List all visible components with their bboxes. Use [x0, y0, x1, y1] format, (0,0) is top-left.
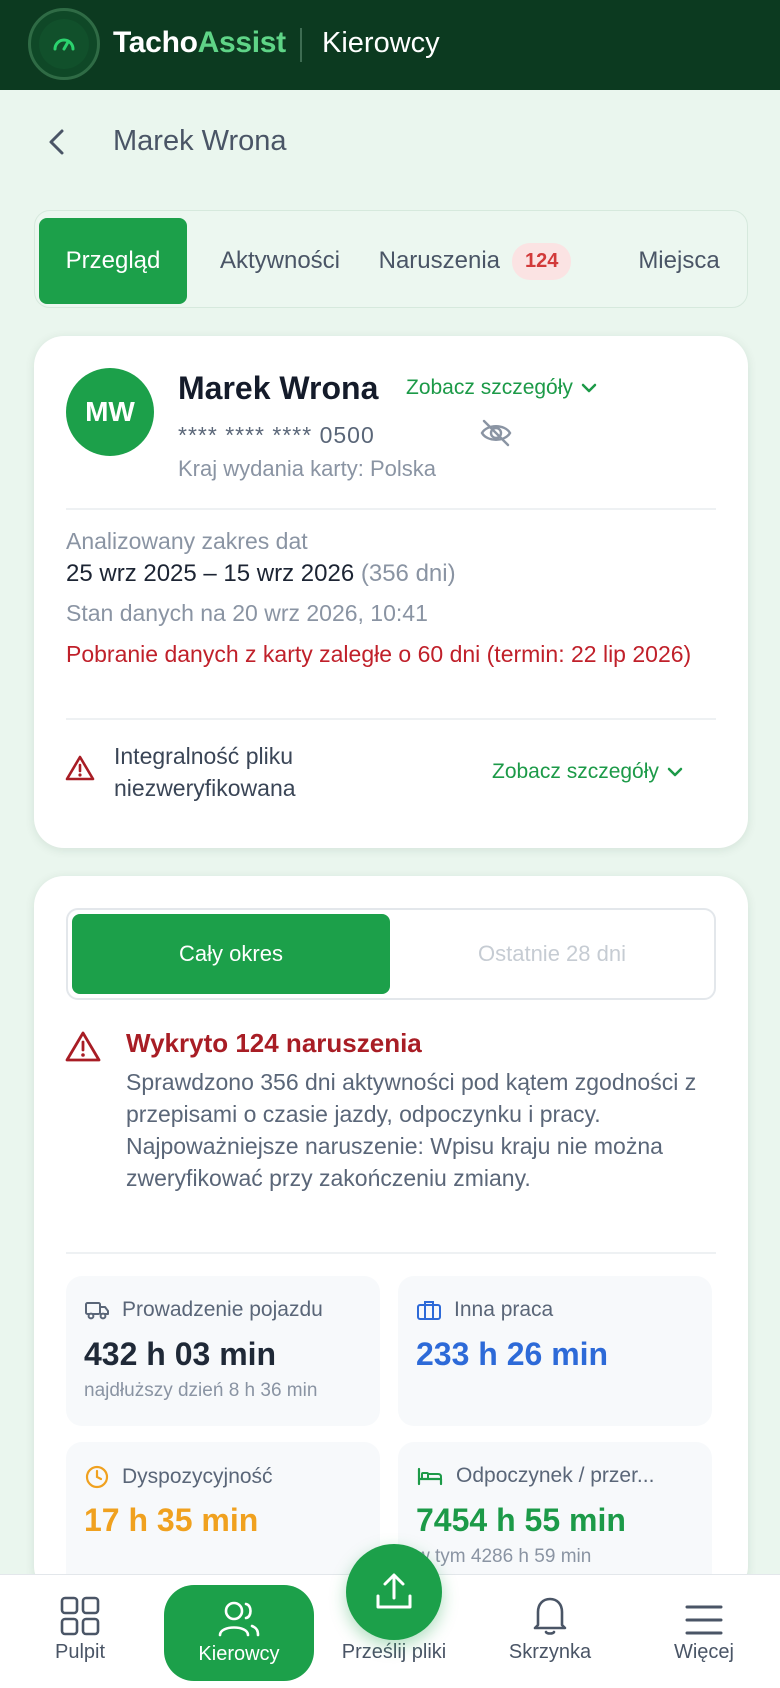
section-title: Kierowcy	[322, 27, 440, 59]
eye-off-icon[interactable]	[479, 418, 513, 453]
stat-label: Odpoczynek / przer...	[456, 1464, 655, 1487]
driver-card: MW Marek Wrona Zobacz szczegóły **** ***…	[34, 336, 748, 848]
nav-drivers[interactable]: Kierowcy	[164, 1585, 314, 1681]
tab-label: Miejsca	[638, 247, 720, 274]
nav-label: Prześlij pliki	[341, 1641, 447, 1663]
nav-inbox[interactable]: Skrzynka	[490, 1575, 610, 1688]
chevron-down-icon	[581, 383, 597, 393]
stat-availability: Dyspozycyjność 17 h 35 min	[66, 1442, 380, 1596]
tab-violations[interactable]: Naruszenia 124	[375, 218, 575, 304]
integrity-status: Integralność pliku niezweryfikowana	[114, 743, 296, 801]
driver-details-link[interactable]: Zobacz szczegóły	[406, 376, 597, 400]
stat-value: 432 h 03 min	[84, 1336, 277, 1372]
date-range: 25 wrz 2025 – 15 wrz 2026	[66, 560, 355, 587]
stat-header: Prowadzenie pojazdu	[84, 1298, 323, 1322]
logo[interactable]	[28, 8, 100, 80]
date-range-value: 25 wrz 2025 – 15 wrz 2026 (356 dni)	[66, 560, 456, 588]
period-all-button[interactable]: Cały okres	[72, 914, 390, 994]
violations-count-badge: 124	[512, 242, 572, 280]
chevron-left-icon	[49, 129, 64, 155]
nav-label: Więcej	[673, 1641, 734, 1663]
users-icon	[218, 1601, 260, 1637]
grid-icon	[60, 1596, 100, 1636]
stat-label: Prowadzenie pojazdu	[122, 1298, 323, 1321]
link-label: Zobacz szczegóły	[406, 376, 573, 399]
summary-card: Cały okres Ostatnie 28 dni Wykryto 124 n…	[34, 876, 748, 1596]
divider	[66, 1252, 716, 1254]
issue-country: Kraj wydania karty: Polska	[178, 456, 436, 481]
avatar: MW	[66, 368, 154, 456]
stat-sub: najdłuższy dzień 8 h 36 min	[84, 1380, 318, 1401]
tab-places[interactable]: Miejsca	[619, 218, 739, 304]
stat-other-work: Inna praca 233 h 26 min	[398, 1276, 712, 1426]
violations-alert-body: Sprawdzono 356 dni aktywności pod kątem …	[126, 1069, 697, 1191]
bed-icon	[417, 1467, 443, 1486]
nav-label: Pulpit	[54, 1641, 106, 1663]
stat-driving: Prowadzenie pojazdu 432 h 03 min najdłuż…	[66, 1276, 380, 1426]
nav-more[interactable]: Więcej	[654, 1575, 754, 1688]
period-28-days-button[interactable]: Ostatnie 28 dni	[390, 914, 714, 994]
nav-label: Kierowcy	[198, 1643, 280, 1665]
upload-icon	[376, 1573, 412, 1609]
clock-icon	[85, 1465, 109, 1489]
tab-label: Aktywności	[219, 247, 341, 274]
tab-label: Naruszenia	[378, 247, 501, 274]
chevron-down-icon	[667, 767, 683, 777]
date-range-label: Analizowany zakres dat	[66, 528, 308, 554]
stat-label: Inna praca	[454, 1298, 554, 1321]
violations-alert-title: Wykryto 124 naruszenia	[126, 1028, 422, 1058]
back-button[interactable]	[46, 124, 76, 160]
gauge-icon	[39, 19, 89, 69]
warning-icon	[64, 1030, 102, 1069]
period-toggle: Cały okres Ostatnie 28 dni	[66, 908, 716, 1000]
stat-header: Odpoczynek / przer...	[416, 1464, 654, 1488]
stat-header: Dyspozycyjność	[84, 1464, 273, 1490]
driver-name: Marek Wrona	[178, 370, 379, 406]
warning-icon	[64, 754, 96, 787]
upload-files-button[interactable]	[346, 1544, 442, 1640]
link-label: Zobacz szczegóły	[492, 760, 659, 783]
app-header: TachoAssist Kierowcy	[0, 0, 780, 90]
brand-name: TachoAssist	[113, 26, 286, 59]
divider	[66, 718, 716, 720]
divider	[66, 508, 716, 510]
tab-label: Przegląd	[65, 247, 161, 274]
stat-rest: Odpoczynek / przer... 7454 h 55 min w ty…	[398, 1442, 712, 1596]
integrity-details-link[interactable]: Zobacz szczegóły	[492, 760, 683, 784]
menu-icon	[685, 1605, 723, 1635]
tab-overview[interactable]: Przegląd	[39, 218, 187, 304]
overdue-warning: Pobranie danych z karty zaległe o 60 dni…	[66, 641, 692, 667]
briefcase-icon	[417, 1301, 441, 1320]
card-number: **** **** **** 0500	[178, 422, 375, 448]
stat-value: 233 h 26 min	[416, 1336, 609, 1372]
nav-label: Skrzynka	[508, 1641, 592, 1663]
header-divider	[300, 28, 302, 62]
bell-icon	[533, 1597, 567, 1635]
truck-icon	[85, 1302, 109, 1320]
nav-dashboard[interactable]: Pulpit	[30, 1575, 130, 1688]
stat-label: Dyspozycyjność	[122, 1465, 273, 1488]
stat-sub: w tym 4286 h 59 min	[416, 1546, 592, 1567]
tab-bar: Przegląd Aktywności Naruszenia 124 Miejsc…	[34, 210, 748, 308]
data-state: Stan danych na 20 wrz 2026, 10:41	[66, 600, 428, 626]
page-title: Marek Wrona	[113, 125, 287, 157]
date-range-days: (356 dni)	[360, 560, 456, 587]
tab-activities[interactable]: Aktywności	[205, 218, 355, 304]
stat-value: 17 h 35 min	[84, 1502, 259, 1538]
stat-value: 7454 h 55 min	[416, 1502, 626, 1538]
stat-header: Inna praca	[416, 1298, 553, 1322]
